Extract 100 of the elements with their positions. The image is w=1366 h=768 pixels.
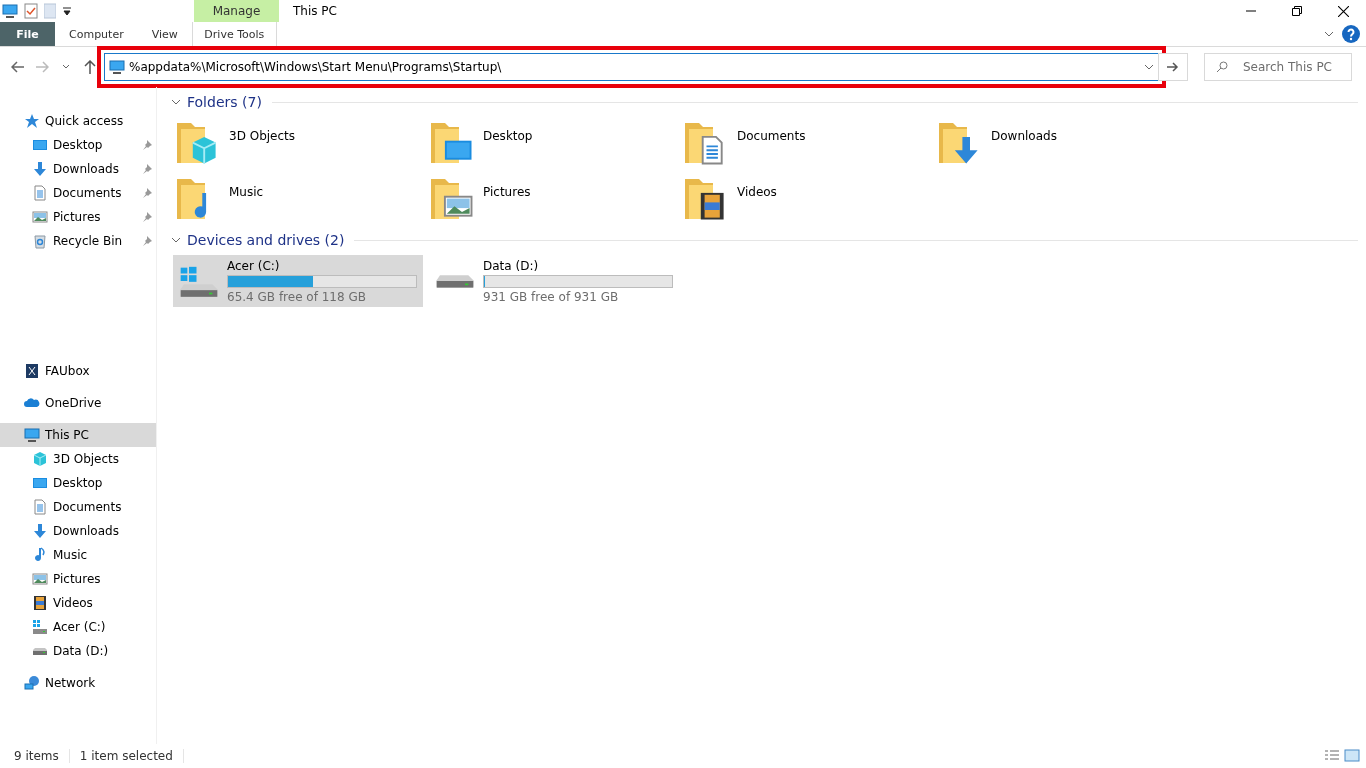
nav-label: Pictures [53, 572, 102, 586]
nav-item[interactable]: This PC [0, 423, 156, 447]
folder-label: Videos [737, 184, 777, 199]
back-arrow-icon [11, 61, 25, 73]
desktop-icon [32, 137, 48, 153]
nav-label: Downloads [53, 162, 120, 176]
nav-item[interactable]: Pictures [0, 567, 156, 591]
folder-label: Documents [737, 128, 806, 143]
music-note-icon [32, 547, 48, 563]
nav-label: Network [45, 676, 97, 690]
window-title: This PC [292, 3, 337, 20]
dropdown-icon[interactable] [62, 6, 72, 16]
collapse-icon [171, 235, 181, 245]
film-icon [32, 595, 48, 611]
nav-label: Pictures [53, 210, 102, 224]
monitor-icon [2, 3, 18, 19]
nav-item[interactable]: Downloads [0, 519, 156, 543]
drive-icon [435, 272, 475, 290]
nav-item[interactable]: Data (D:) [0, 639, 156, 663]
close-icon [1337, 5, 1349, 17]
folder-label: Desktop [483, 128, 533, 143]
picture-icon [32, 571, 48, 587]
desktop-icon [32, 475, 48, 491]
windows-drive-icon [32, 619, 48, 635]
star-icon [24, 113, 40, 129]
nav-label: OneDrive [45, 396, 103, 410]
folder-label: Downloads [991, 128, 1057, 143]
nav-label: Documents [53, 500, 123, 514]
restore-icon [1292, 6, 1302, 16]
nav-label: Data (D:) [53, 644, 110, 658]
free-space-text: 931 GB free of 931 GB [483, 289, 620, 304]
drive-tile[interactable]: Acer (C:) 65.4 GB free of 118 GB [173, 255, 423, 307]
ribbon-tab[interactable]: File [0, 22, 55, 46]
status-text: 1 item selected [79, 749, 184, 763]
nav-item[interactable]: Downloads [0, 157, 156, 181]
nav-item[interactable]: Documents [0, 181, 156, 205]
section-title: Devices and drives (2) [187, 232, 345, 248]
nav-label: Acer (C:) [53, 620, 107, 634]
recycle-bin-icon [32, 233, 48, 249]
picture-icon [32, 209, 48, 225]
monitor-icon [24, 427, 40, 443]
status-text: 9 items [14, 749, 70, 763]
nav-item[interactable]: Pictures [0, 205, 156, 229]
nav-item[interactable]: Videos [0, 591, 156, 615]
nav-item[interactable]: Network [0, 671, 156, 695]
nav-label: Downloads [53, 524, 120, 538]
drive-tile[interactable]: Data (D:) 931 GB free of 931 GB [429, 255, 679, 307]
nav-label: Desktop [53, 138, 104, 152]
search-field[interactable]: Search This PC [1204, 53, 1352, 81]
ribbon-tab[interactable]: Drive Tools [191, 22, 277, 46]
free-space-text: 65.4 GB free of 118 GB [227, 289, 367, 304]
nav-label: FAUbox [45, 364, 91, 378]
nav-item[interactable]: FAUbox [0, 359, 156, 383]
nav-label: Videos [53, 596, 94, 610]
ribbon-tab[interactable]: Computer [55, 22, 138, 46]
chevron-down-icon [62, 64, 70, 70]
nav-label: Quick access [45, 114, 125, 128]
context-tab-header: Manage [194, 0, 279, 22]
drive-icon [32, 646, 48, 656]
document-icon [32, 185, 48, 201]
box-icon [24, 363, 40, 379]
folder-label: Music [229, 184, 264, 199]
address-text: %appdata%\Microsoft\Windows\Start Menu\Programs\Startup\ [129, 60, 503, 74]
help-icon[interactable] [1342, 25, 1360, 43]
nav-item[interactable]: 3D Objects [0, 447, 156, 471]
down-arrow-icon [32, 161, 48, 177]
nav-label: Recycle Bin [53, 234, 124, 248]
forward-arrow-icon [35, 61, 49, 73]
nav-item[interactable]: Recycle Bin [0, 229, 156, 253]
nav-item[interactable]: OneDrive [0, 391, 156, 415]
nav-item[interactable]: Quick access [0, 109, 156, 133]
folder-label: Pictures [483, 184, 531, 199]
go-button[interactable] [1158, 53, 1188, 81]
nav-item[interactable]: Desktop [0, 133, 156, 157]
drive-name: Data (D:) [483, 258, 540, 273]
ribbon-tab[interactable]: View [137, 22, 192, 46]
expand-ribbon-icon [1324, 29, 1334, 39]
folder-label: 3D Objects [229, 128, 296, 143]
nav-label: Music [53, 548, 89, 562]
monitor-icon [109, 59, 125, 75]
nav-label: Documents [53, 186, 123, 200]
nav-label: This PC [45, 428, 90, 442]
document-icon [32, 499, 48, 515]
nav-item[interactable]: Desktop [0, 471, 156, 495]
checklist-icon [24, 3, 38, 19]
cube-icon [32, 451, 48, 467]
nav-item[interactable]: Documents [0, 495, 156, 519]
collapse-icon [171, 97, 181, 107]
down-arrow-icon [32, 523, 48, 539]
up-arrow-icon [84, 60, 96, 74]
search-icon [1216, 61, 1228, 73]
nav-label: 3D Objects [53, 452, 121, 466]
blank-page-icon [44, 3, 56, 19]
right-arrow-icon [1167, 62, 1179, 72]
nav-label: Desktop [53, 476, 104, 490]
nav-item[interactable]: Music [0, 543, 156, 567]
globe-monitor-icon [24, 675, 40, 691]
section-title: Folders (7) [187, 94, 262, 110]
chevron-down-icon [1144, 62, 1154, 72]
nav-item[interactable]: Acer (C:) [0, 615, 156, 639]
